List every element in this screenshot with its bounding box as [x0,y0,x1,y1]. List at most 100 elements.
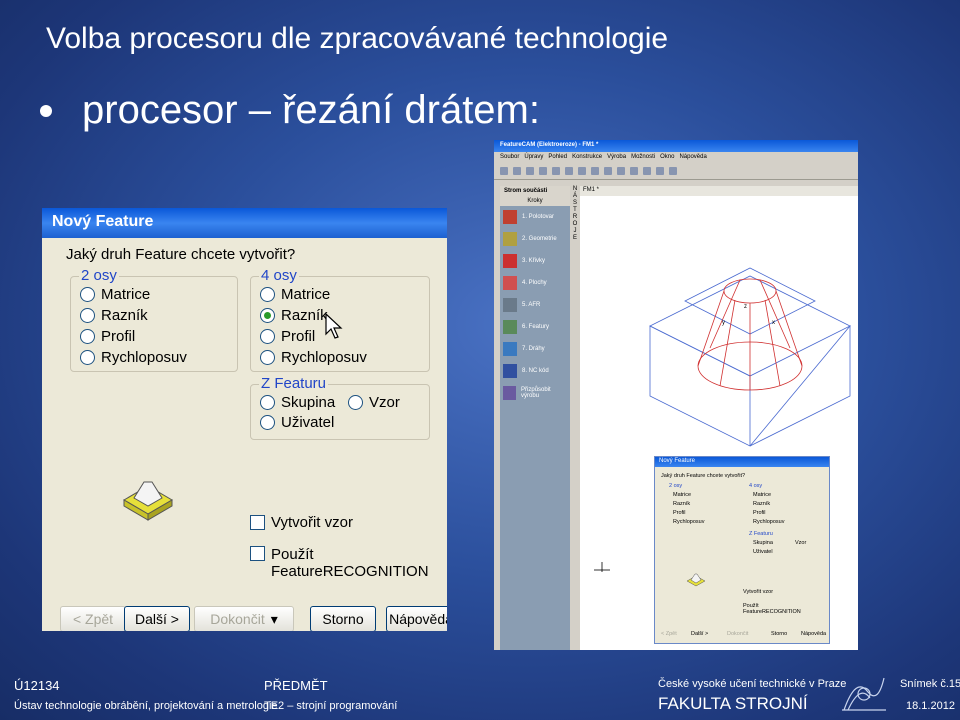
step-geometry[interactable]: 2. Geometrie [500,228,570,250]
radio-2axis-matrice[interactable]: Matrice [80,286,150,303]
radio-circle[interactable] [348,395,363,410]
step-toolpaths[interactable]: 7. Dráhy [500,338,570,360]
finish-button[interactable]: Dokončit ▾ [194,606,294,631]
cut-icon[interactable] [539,167,547,175]
mini-cancel-button[interactable]: Storno [771,631,787,637]
featurecam-window: FeatureCAM (Elektroeroze) - FM1 * Soubor… [494,140,858,650]
step-curves[interactable]: 3. Křivky [500,250,570,272]
checkbox-feature-recognition[interactable]: Použít FeatureRECOGNITION [250,546,429,580]
mini-checkbox-recognition[interactable]: Použít FeatureRECOGNITION [743,603,813,615]
step-label: 6. Featury [522,324,550,330]
mini-2axis-matrice[interactable]: Matrice [673,492,691,498]
step-customize[interactable]: Přizpůsobit výrobu [500,382,570,404]
finish-label: Dokončit [210,611,265,627]
back-button[interactable]: < Zpět [60,606,126,631]
simulate-icon[interactable] [669,167,677,175]
mini-back-button[interactable]: < Zpět [661,631,677,637]
mini-2axis-rychloposuv[interactable]: Rychloposuv [673,519,705,525]
radio-label: Profil [281,328,316,345]
menu-moznosti[interactable]: Možnosti [631,154,655,162]
radio-2axis-profil[interactable]: Profil [80,328,135,345]
radio-4axis-matrice[interactable]: Matrice [260,286,330,303]
undo-icon[interactable] [578,167,586,175]
menu-soubor[interactable]: Soubor [500,154,519,162]
mini-z-vzor[interactable]: Vzor [795,540,806,546]
radio-2axis-raznik[interactable]: Razník [80,307,148,324]
radio-circle[interactable] [260,287,275,302]
radio-circle[interactable] [80,350,95,365]
step-features[interactable]: 6. Featury [500,316,570,338]
menu-napoveda[interactable]: Nápověda [679,154,706,162]
axis-label-z: z [744,304,747,310]
radio-circle[interactable] [260,329,275,344]
afr-icon [503,298,517,312]
steps-tab[interactable]: Kroky [500,196,570,206]
mini-4axis-profil[interactable]: Profil [753,510,766,516]
mini-group-2-axis-label: 2 osy [669,483,683,489]
step-stock[interactable]: 1. Polotovar [500,206,570,228]
radio-circle[interactable] [80,287,95,302]
next-button[interactable]: Další > [124,606,190,631]
radio-circle[interactable] [260,395,275,410]
checkbox-box[interactable] [250,515,265,530]
new-icon[interactable] [500,167,508,175]
nc-code-icon [503,364,517,378]
step-surfaces[interactable]: 4. Plochy [500,272,570,294]
chevron-down-icon: ▾ [270,610,278,627]
paste-icon[interactable] [565,167,573,175]
select-icon[interactable] [591,167,599,175]
institute-name: Ústav technologie obrábění, projektování… [14,700,278,712]
checkbox-box[interactable] [250,546,265,561]
mini-4axis-rychloposuv[interactable]: Rychloposuv [753,519,785,525]
radio-circle[interactable] [260,415,275,430]
radio-circle[interactable] [80,308,95,323]
checkbox-label: Vytvořit vzor [271,514,353,531]
menu-konstrukce[interactable]: Konstrukce [572,154,602,162]
mini-checkbox-pattern[interactable]: Vytvořit vzor [743,589,773,595]
help-icon[interactable] [630,167,638,175]
shade-icon[interactable] [656,167,664,175]
radio-circle-selected[interactable] [260,308,275,323]
menu-vyroba[interactable]: Výroba [607,154,626,162]
mini-z-uzivatel[interactable]: Uživatel [753,549,773,555]
copy-icon[interactable] [552,167,560,175]
radio-z-uzivatel[interactable]: Uživatel [260,414,334,431]
radio-z-vzor[interactable]: Vzor [348,394,400,411]
mini-help-button[interactable]: Nápověda [801,631,826,637]
mini-2axis-raznik[interactable]: Razník [673,501,690,507]
mini-4axis-raznik[interactable]: Razník [753,501,770,507]
slide-number: Snímek č.15 [900,678,960,690]
menu-okno[interactable]: Okno [660,154,674,162]
vertical-label-text: NÁSTROJE [572,186,578,241]
zoom-icon[interactable] [604,167,612,175]
geometry-icon [503,232,517,246]
mini-next-button[interactable]: Další > [691,631,708,637]
mini-finish-button[interactable]: Dokončit [727,631,748,637]
rotate-icon[interactable] [617,167,625,175]
cancel-button[interactable]: Storno [310,606,376,631]
help-button[interactable]: Nápověda [386,606,447,631]
menu-pohled[interactable]: Pohled [548,154,567,162]
mini-2axis-profil[interactable]: Profil [673,510,686,516]
step-afr[interactable]: 5. AFR [500,294,570,316]
radio-4axis-profil[interactable]: Profil [260,328,315,345]
radio-z-skupina[interactable]: Skupina [260,394,335,411]
bullet-dot [40,104,52,117]
radio-4axis-rychloposuv[interactable]: Rychloposuv [260,349,367,366]
mini-z-skupina[interactable]: Skupina [753,540,773,546]
menu-upravy[interactable]: Úpravy [524,154,543,162]
dialog-titlebar: Nový Feature [42,208,447,238]
tools-vertical-label[interactable]: NÁSTROJE [571,186,579,241]
wireframe-model-icon: y z x [649,267,851,447]
mini-4axis-matrice[interactable]: Matrice [753,492,771,498]
radio-2axis-rychloposuv[interactable]: Rychloposuv [80,349,187,366]
save-icon[interactable] [526,167,534,175]
checkbox-create-pattern[interactable]: Vytvořit vzor [250,514,353,531]
radio-4axis-raznik[interactable]: Razník [260,307,328,324]
new-feature-dialog: Nový Feature Jaký druh Feature chcete vy… [42,208,447,631]
radio-circle[interactable] [260,350,275,365]
radio-circle[interactable] [80,329,95,344]
open-icon[interactable] [513,167,521,175]
line-icon[interactable] [643,167,651,175]
step-nc-code[interactable]: 8. NC kód [500,360,570,382]
